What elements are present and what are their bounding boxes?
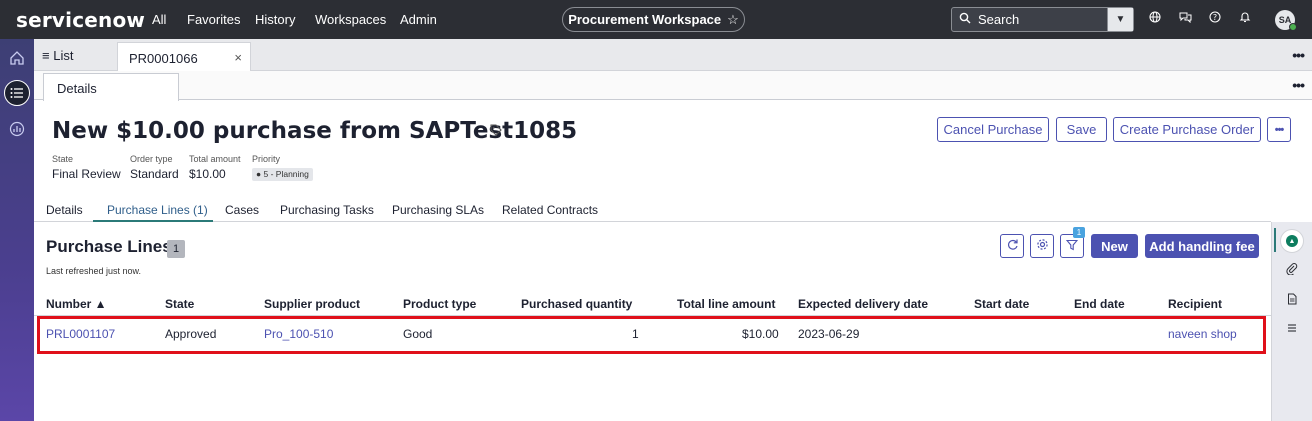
tab-record-label: PR0001066 [129, 51, 198, 66]
column-end-date[interactable]: End date [1074, 297, 1125, 311]
global-search[interactable]: Search ▼ [951, 7, 1134, 32]
workspace-label: Procurement Workspace [568, 12, 722, 27]
chat-icon[interactable] [1177, 11, 1193, 27]
related-list-count-badge: 1 [167, 240, 185, 258]
servicenow-logo[interactable]: servicenow [16, 8, 145, 32]
tab-record[interactable]: PR0001066 × [117, 42, 251, 71]
search-input[interactable]: Search [978, 12, 1107, 27]
svg-text:?: ? [1213, 13, 1217, 22]
chevron-down-icon[interactable]: ▼ [1107, 8, 1133, 31]
refresh-button[interactable] [1000, 234, 1024, 258]
filter-icon [1065, 239, 1079, 254]
last-refreshed-text: Last refreshed just now. [46, 266, 142, 276]
column-start-date[interactable]: Start date [974, 297, 1029, 311]
tab-details[interactable]: Details [43, 73, 179, 101]
state-value: Final Review [52, 167, 121, 181]
right-rail: ▲ [1271, 222, 1312, 421]
tab-list[interactable]: ≡ List [42, 48, 73, 63]
column-product-type[interactable]: Product type [403, 297, 476, 311]
new-button[interactable]: New [1091, 234, 1138, 258]
document-icon[interactable] [1284, 293, 1300, 309]
active-tab-indicator [93, 220, 213, 222]
tab-cases[interactable]: Cases [225, 203, 259, 217]
left-rail [0, 39, 34, 421]
attachment-icon[interactable] [1284, 263, 1300, 279]
record-section-tabs: Details Purchase Lines (1) Cases Purchas… [34, 200, 1271, 222]
lines-icon[interactable] [1284, 322, 1300, 338]
priority-label: Priority [252, 154, 281, 164]
column-state[interactable]: State [165, 297, 194, 311]
priority-value: 5 - Planning [263, 169, 309, 179]
tab-details-section[interactable]: Details [46, 203, 83, 217]
filter-count-badge: 1 [1073, 227, 1085, 238]
column-total-line-amount[interactable]: Total line amount [677, 297, 775, 311]
menu-icon: ≡ [42, 48, 50, 63]
home-icon[interactable] [4, 45, 30, 71]
avatar[interactable]: SA [1275, 10, 1297, 31]
presence-indicator [1289, 23, 1297, 31]
nav-all[interactable]: All [152, 12, 166, 27]
search-icon [952, 12, 978, 27]
bell-icon[interactable] [1237, 11, 1253, 27]
settings-button[interactable] [1030, 234, 1054, 258]
more-icon[interactable]: ••• [1292, 77, 1305, 93]
dot-icon: ● [256, 169, 262, 179]
column-recipient[interactable]: Recipient [1168, 297, 1222, 311]
tab-purchasing-tasks[interactable]: Purchasing Tasks [280, 203, 374, 217]
top-navigation: servicenow All Favorites History Workspa… [0, 0, 1312, 39]
sub-tab-strip: Details ••• [34, 71, 1312, 101]
create-purchase-order-button[interactable]: Create Purchase Order [1113, 117, 1261, 142]
nav-workspaces[interactable]: Workspaces [315, 12, 386, 27]
list-icon[interactable] [4, 80, 30, 106]
order-type-value: Standard [130, 167, 179, 181]
globe-icon[interactable] [1147, 11, 1163, 27]
column-expected-delivery-date[interactable]: Expected delivery date [798, 297, 928, 311]
tab-purchase-lines[interactable]: Purchase Lines (1) [107, 203, 208, 217]
tab-purchasing-slas[interactable]: Purchasing SLAs [392, 203, 484, 217]
nav-favorites[interactable]: Favorites [187, 12, 240, 27]
active-indicator [1274, 228, 1276, 252]
highlight-annotation-box [37, 316, 1266, 354]
priority-badge: ● 5 - Planning [252, 168, 313, 181]
tab-related-contracts[interactable]: Related Contracts [502, 203, 598, 217]
column-purchased-quantity[interactable]: Purchased quantity [521, 297, 632, 311]
close-icon[interactable]: × [234, 50, 242, 65]
save-button[interactable]: Save [1056, 117, 1107, 142]
nav-history[interactable]: History [255, 12, 295, 27]
total-amount-label: Total amount [189, 154, 241, 164]
agent-assist-icon[interactable]: ▲ [1280, 229, 1304, 253]
more-icon[interactable]: ••• [1292, 47, 1305, 63]
order-type-label: Order type [130, 154, 173, 164]
workspace-pill[interactable]: Procurement Workspace ☆ [562, 7, 745, 32]
state-label: State [52, 154, 74, 164]
gear-icon [1036, 238, 1049, 254]
more-actions-button[interactable]: ••• [1267, 117, 1291, 142]
tab-list-label: List [53, 48, 74, 63]
nav-admin[interactable]: Admin [400, 12, 437, 27]
help-icon[interactable]: ? [1207, 11, 1223, 27]
star-icon[interactable]: ☆ [727, 12, 739, 28]
cancel-purchase-button[interactable]: Cancel Purchase [937, 117, 1049, 142]
refresh-icon [1006, 238, 1019, 254]
analytics-icon[interactable] [4, 116, 30, 142]
tag-icon[interactable] [490, 124, 502, 139]
total-amount-value: $10.00 [189, 167, 226, 181]
column-number[interactable]: Number ▲ [46, 297, 107, 311]
add-handling-fee-button[interactable]: Add handling fee [1145, 234, 1259, 258]
workspace-tab-strip: ≡ List PR0001066 × ••• [34, 39, 1312, 71]
related-list-title: Purchase Lines [46, 237, 172, 256]
column-supplier-product[interactable]: Supplier product [264, 297, 360, 311]
